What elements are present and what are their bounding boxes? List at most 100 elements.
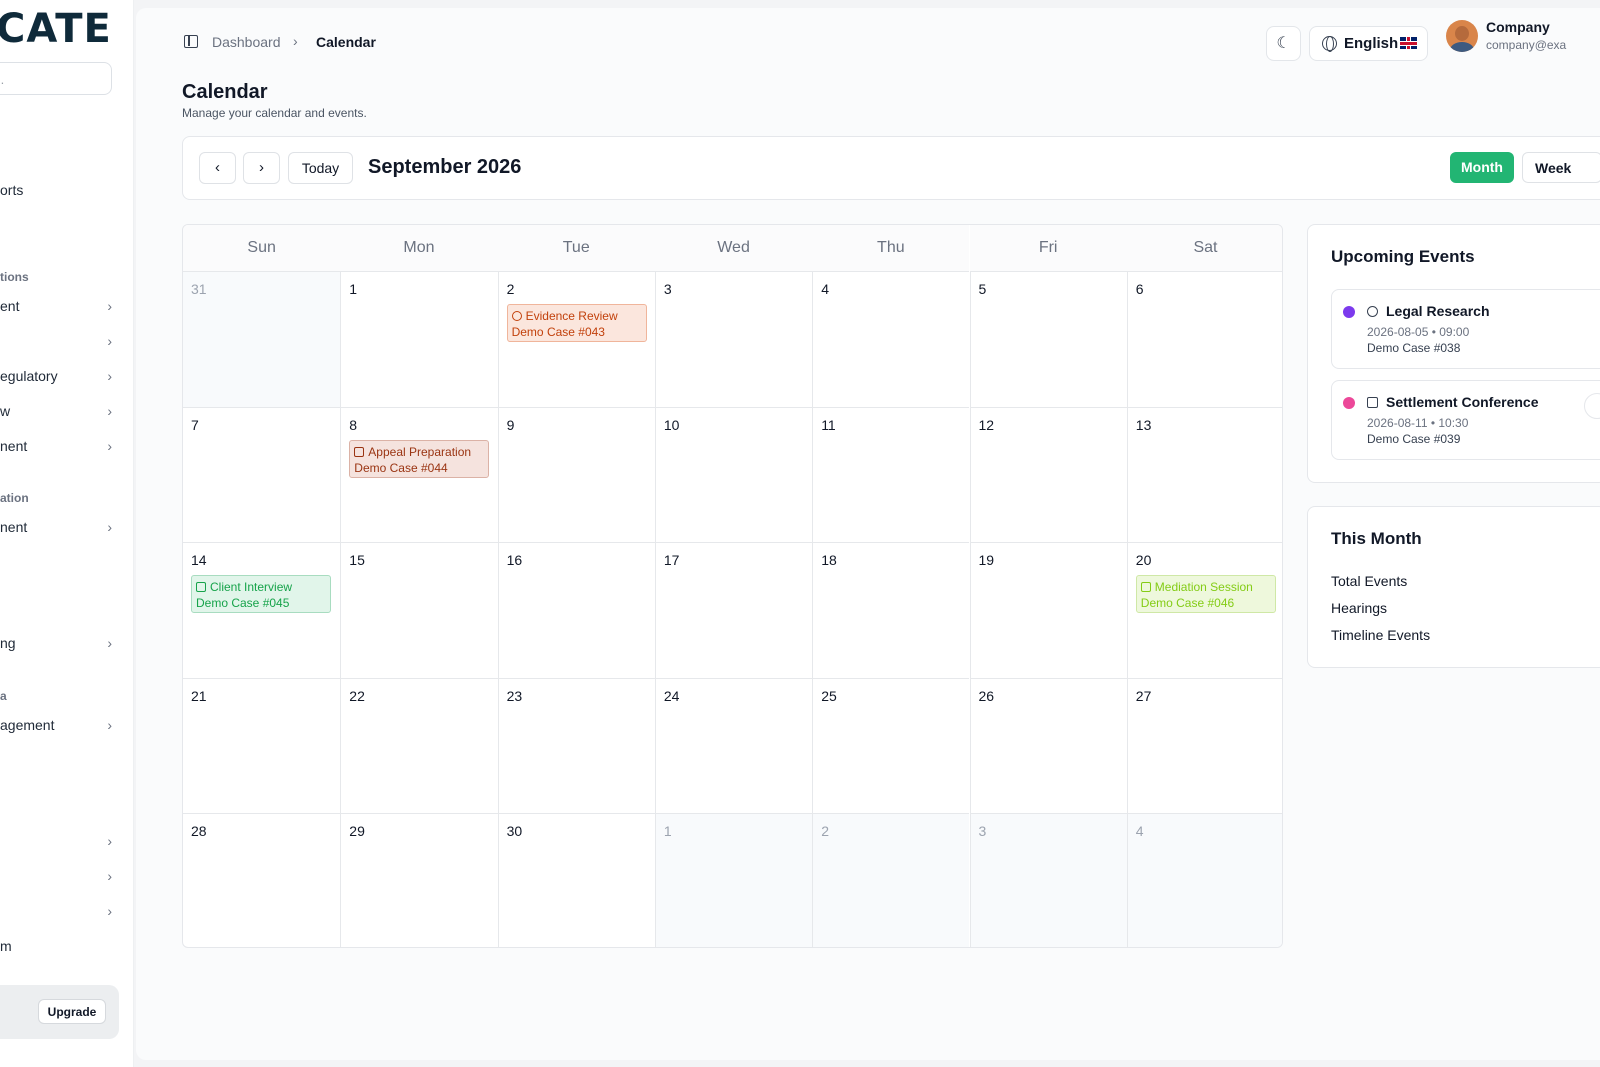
day-number: 2 (506, 281, 515, 297)
event-title: Client Interview (210, 580, 293, 595)
calendar-day-cell[interactable]: 2 Evidence Review Demo Case #043 (497, 271, 655, 407)
weekday-header: Mon (340, 225, 498, 271)
day-number: 4 (821, 281, 829, 297)
chevron-right-icon: › (107, 868, 112, 884)
page-title: Calendar (182, 81, 268, 103)
calendar-day-cell[interactable]: 23 (497, 677, 655, 814)
today-button[interactable]: Today (288, 152, 353, 184)
calendar-day-cell[interactable]: 9 (497, 406, 655, 543)
calendar-day-cell[interactable]: 1 (340, 271, 498, 407)
upgrade-button[interactable]: Upgrade (38, 999, 106, 1024)
sidebar-item-6[interactable]: nent › (0, 519, 120, 541)
sidebar-item-reports[interactable]: orts (0, 182, 120, 204)
chevron-right-icon: › (107, 903, 112, 919)
calendar-day-cell[interactable]: 10 (654, 406, 813, 543)
calendar-day-cell[interactable]: 20 Mediation Session Demo Case #046 (1126, 542, 1282, 678)
chevron-right-icon: › (107, 333, 112, 349)
calendar-day-cell[interactable]: 6 (1126, 271, 1282, 407)
sidebar: CATE .. orts tions ent› › egulatory› w› … (0, 0, 134, 1067)
avatar[interactable] (1446, 20, 1478, 52)
clock-icon (511, 311, 522, 321)
sidebar-item-2[interactable]: › (0, 333, 120, 355)
sidebar-item-7[interactable]: ng › (0, 635, 120, 657)
theme-toggle-button[interactable]: ☾ (1266, 26, 1301, 61)
upcoming-event-item[interactable]: Settlement Conference 2026-08-11 • 10:30… (1331, 380, 1600, 460)
month-view-button[interactable]: Month (1450, 152, 1514, 183)
event-title: Evidence Review (525, 309, 618, 323)
calendar-day-cell[interactable]: 11 (812, 406, 970, 543)
calendar-day-cell[interactable]: 29 (340, 813, 498, 947)
calendar-day-cell[interactable]: 14 Client Interview Demo Case #045 (183, 542, 341, 678)
sidebar-item-regulatory[interactable]: egulatory › (0, 368, 120, 390)
calendar-day-cell[interactable]: 15 (340, 542, 498, 678)
calendar-day-cell[interactable]: 31 (183, 271, 341, 407)
day-number: 24 (663, 687, 680, 704)
calendar-day-cell[interactable]: 3 (969, 813, 1127, 947)
calendar-day-cell[interactable]: 12 (969, 406, 1127, 543)
breadcrumb-dashboard[interactable]: Dashboard (212, 34, 281, 50)
calendar-event[interactable]: Client Interview Demo Case #045 (191, 575, 331, 614)
day-number: 3 (978, 823, 987, 840)
event-case: Demo Case #039 (1367, 432, 1461, 446)
sidebar-item-label: ng (0, 635, 16, 651)
sidebar-item-11[interactable]: › (0, 903, 120, 925)
next-month-button[interactable]: › (243, 152, 280, 184)
day-number: 8 (349, 416, 358, 433)
calendar-event[interactable]: Mediation Session Demo Case #046 (1135, 575, 1276, 614)
calendar-event[interactable]: Evidence Review Demo Case #043 (506, 304, 647, 342)
calendar-event[interactable]: Appeal Preparation Demo Case #044 (349, 439, 490, 478)
chevron-right-icon: › (107, 438, 112, 454)
day-number: 10 (663, 416, 680, 433)
calendar-day-cell[interactable]: 5 (969, 271, 1127, 407)
calendar-day-cell[interactable]: 26 (969, 677, 1127, 814)
chevron-right-icon: › (107, 519, 112, 535)
calendar-day-cell[interactable]: 16 (497, 542, 655, 678)
chevron-right-icon: › (107, 635, 112, 651)
clock-icon (1367, 306, 1378, 317)
upcoming-event-item[interactable]: Legal Research 2026-08-05 • 09:00 Demo C… (1331, 289, 1600, 369)
sidebar-item-management[interactable]: agement › (0, 717, 120, 739)
sidebar-item-10[interactable]: › (0, 868, 120, 890)
calendar-day-cell[interactable]: 30 (497, 813, 655, 947)
day-number: 1 (349, 281, 358, 297)
sidebar-item-label: agement (0, 717, 55, 733)
day-number: 29 (349, 823, 365, 840)
calendar-day-cell[interactable]: 22 (340, 677, 498, 814)
calendar-day-cell[interactable]: 21 (183, 677, 341, 814)
sidebar-item-label: egulatory (0, 368, 58, 384)
calendar-day-cell[interactable]: 24 (654, 677, 813, 814)
sidebar-item-label: w (0, 403, 11, 419)
calendar-day-cell[interactable]: 4 (812, 271, 970, 407)
calendar-day-cell[interactable]: 28 (183, 813, 341, 947)
day-number: 30 (506, 823, 523, 840)
sidebar-toggle-icon[interactable] (184, 35, 198, 48)
calendar-day-cell[interactable]: 1 (654, 813, 813, 947)
calendar-day-cell[interactable]: 7 (183, 406, 341, 543)
event-case: Demo Case #043 (511, 325, 605, 339)
event-action-button[interactable] (1584, 393, 1600, 419)
calendar-day-cell[interactable]: 2 (812, 813, 970, 947)
sidebar-item-9[interactable]: › (0, 833, 120, 855)
day-number: 21 (191, 687, 207, 704)
calendar-day-cell[interactable]: 27 (1126, 677, 1282, 814)
calendar-day-cell[interactable]: 8 Appeal Preparation Demo Case #044 (340, 406, 498, 543)
calendar-day-cell[interactable]: 4 (1126, 813, 1282, 947)
day-number: 14 (191, 552, 207, 569)
calendar-day-cell[interactable]: 13 (1126, 406, 1282, 543)
sidebar-item-4[interactable]: w › (0, 403, 120, 425)
sidebar-item-5[interactable]: nent › (0, 438, 120, 460)
calendar-day-cell[interactable]: 25 (812, 677, 970, 814)
user-email: company@exa (1486, 38, 1567, 52)
calendar-day-cell[interactable]: 17 (654, 542, 813, 678)
calendar-day-cell[interactable]: 19 (969, 542, 1127, 678)
sidebar-search-input[interactable]: .. (0, 62, 112, 95)
calendar-day-cell[interactable]: 3 (654, 271, 813, 407)
calendar-day-cell[interactable]: 18 (812, 542, 970, 678)
chevron-right-icon: › (107, 833, 112, 849)
calendar-grid: Sun Mon Tue Wed Thu Fri Sat 31 1 2 Evidence Review… (182, 224, 1283, 948)
sidebar-item-1[interactable]: ent › (0, 298, 120, 320)
week-view-button[interactable]: Week (1522, 152, 1600, 183)
prev-month-button[interactable]: ‹ (199, 152, 236, 184)
language-select[interactable]: English (1309, 26, 1428, 61)
sidebar-item-12[interactable]: m (0, 938, 120, 960)
